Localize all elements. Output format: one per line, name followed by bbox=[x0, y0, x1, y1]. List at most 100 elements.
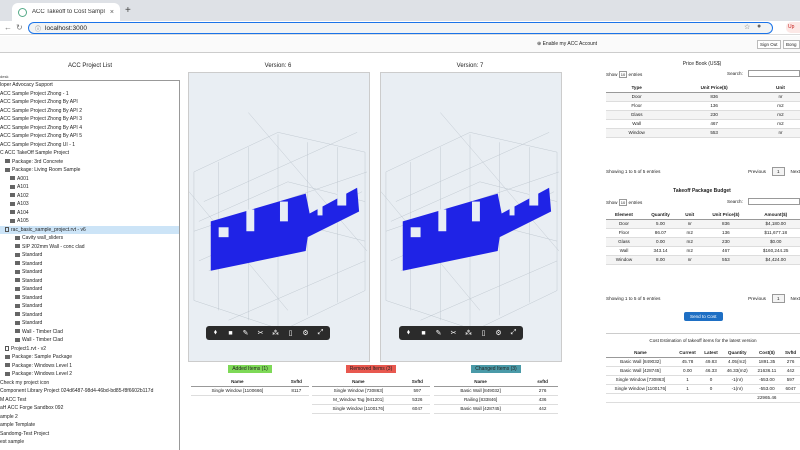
column-header[interactable]: Unit Price($) bbox=[700, 210, 752, 220]
tree-item[interactable]: A103 bbox=[0, 200, 179, 209]
table-row[interactable]: Single Window [1100176] 1 0 -1(nr) -553.00 60… bbox=[606, 384, 800, 394]
tree-item[interactable]: Standard bbox=[0, 294, 179, 303]
column-header[interactable]: Current bbox=[674, 348, 701, 358]
tree-item[interactable]: Package: Living Room Sample bbox=[0, 166, 179, 175]
table-row[interactable]: Single Window [1100666] 8117 bbox=[191, 386, 309, 396]
table-row[interactable]: Door 5.00 nr 836 $4,180.00 bbox=[606, 219, 800, 229]
column-header[interactable]: Cost($) bbox=[752, 348, 782, 358]
column-header[interactable]: Unit bbox=[679, 210, 701, 220]
section-icon[interactable]: ✂ bbox=[256, 329, 265, 337]
tree-item[interactable]: A102 bbox=[0, 192, 179, 201]
tree-item[interactable]: M ACC Test bbox=[0, 396, 179, 405]
tree-item[interactable]: ACC Sample Project Zhong By API 2 bbox=[0, 107, 179, 116]
column-header[interactable]: Quantity bbox=[641, 210, 680, 220]
column-header[interactable]: Latest bbox=[700, 348, 722, 358]
profile-icon[interactable]: ● bbox=[757, 23, 761, 30]
new-tab-button[interactable]: + bbox=[125, 5, 131, 16]
tree-item[interactable]: Component Library Project 024d6487-98d4-… bbox=[0, 387, 179, 396]
enable-account-link[interactable]: ⊕ Enable my ACC Account bbox=[537, 41, 597, 47]
model-browser-icon[interactable]: ▯ bbox=[479, 329, 488, 337]
table-row[interactable]: Door 836 nr bbox=[606, 92, 800, 102]
tree-item[interactable]: Package: Windows Level 1 bbox=[0, 362, 179, 371]
tree-item[interactable]: ACC Sample Project Zhong By API 5 bbox=[0, 132, 179, 141]
update-button[interactable]: Up bbox=[786, 22, 800, 33]
walk-icon[interactable]: ⬧ bbox=[211, 329, 220, 337]
tree-item[interactable]: Package: 3rd Concrete bbox=[0, 158, 179, 167]
column-header[interactable]: Unit Price($) bbox=[667, 83, 761, 93]
table-row[interactable]: Basic Wall [428745] 0.00 46.33 46.33(m2) 216… bbox=[606, 366, 800, 376]
entries-select[interactable]: 10 bbox=[618, 199, 628, 206]
column-header[interactable]: Element bbox=[606, 210, 642, 220]
url-field[interactable]: ⓘ localhost:3000 bbox=[28, 22, 773, 34]
back-icon[interactable]: ← bbox=[4, 23, 12, 32]
page-1-button[interactable]: 1 bbox=[771, 294, 785, 303]
column-header[interactable]: svfId bbox=[527, 377, 558, 387]
tree-item[interactable]: Standard bbox=[0, 268, 179, 277]
table-row[interactable]: Wall 343.14 m2 467 $160,244.25 bbox=[606, 246, 800, 256]
model-browser-icon[interactable]: ▯ bbox=[286, 329, 295, 337]
tree-item[interactable]: Sandomg-Test Project bbox=[0, 430, 179, 439]
tree-item[interactable]: SIP 202mm Wall - conc clad bbox=[0, 243, 179, 252]
tree-item[interactable]: Check my project icon bbox=[0, 379, 179, 388]
explode-icon[interactable]: ⁂ bbox=[464, 329, 473, 337]
table-row[interactable]: M_Window Tag [941201] 5326 bbox=[312, 395, 430, 405]
column-header[interactable]: Amount($) bbox=[751, 210, 800, 220]
tree-item[interactable]: A104 bbox=[0, 209, 179, 218]
tree-item[interactable]: Package: Sample Package bbox=[0, 353, 179, 362]
page-1-button[interactable]: 1 bbox=[771, 167, 785, 176]
column-header[interactable]: Quantity bbox=[721, 348, 753, 358]
tree-item[interactable]: Wall - Timber Clad bbox=[0, 328, 179, 337]
column-header[interactable]: Name bbox=[312, 377, 405, 387]
tree-item[interactable]: rac_basic_sample_project.rvt - v6 bbox=[0, 225, 179, 234]
table-row[interactable]: Window 553 nr bbox=[606, 128, 800, 138]
walk-icon[interactable]: ⬧ bbox=[404, 329, 413, 337]
viewer-v7[interactable] bbox=[380, 72, 562, 362]
table-row[interactable]: Basic Wall [849032] 276 bbox=[434, 386, 558, 396]
tree-item[interactable]: ample Template bbox=[0, 421, 179, 430]
column-header[interactable]: Name bbox=[434, 377, 528, 387]
settings-icon[interactable]: ⚙ bbox=[494, 329, 503, 337]
tree-item[interactable]: ample 2 bbox=[0, 413, 179, 422]
table-row[interactable]: Single Window [1100176] 6047 bbox=[312, 404, 430, 414]
table-row[interactable]: Glass 230 m2 bbox=[606, 110, 800, 120]
tree-item[interactable]: loper Advocacy Support bbox=[0, 81, 179, 90]
tree-item[interactable]: Standard bbox=[0, 251, 179, 260]
sign-out-button[interactable]: Sign Out bbox=[757, 40, 781, 49]
tab-close-icon[interactable]: × bbox=[110, 9, 114, 16]
table-row[interactable]: Floor 86.07 m2 136 $11,677.18 bbox=[606, 228, 800, 238]
tree-item[interactable]: Wall - Timber Clad bbox=[0, 336, 179, 345]
user-button[interactable]: Bong bbox=[783, 40, 800, 49]
measure-icon[interactable]: ✎ bbox=[434, 329, 443, 337]
column-header[interactable]: SvfId bbox=[781, 348, 800, 358]
table-row[interactable]: Wall 467 m2 bbox=[606, 119, 800, 129]
column-header[interactable]: SvfId bbox=[404, 377, 430, 387]
table-row[interactable]: 22965.46 bbox=[606, 393, 800, 403]
price-book-search-input[interactable] bbox=[748, 70, 800, 77]
camera-icon[interactable]: ■ bbox=[419, 330, 428, 337]
tree-item[interactable]: ACC Sample Project Zhong UI - 1 bbox=[0, 141, 179, 150]
site-info-icon[interactable]: ⓘ bbox=[35, 24, 41, 33]
next-button[interactable]: Next bbox=[791, 296, 800, 301]
table-row[interactable]: Railing [833846] 436 bbox=[434, 395, 558, 405]
table-row[interactable]: Single Window [730863] 1 0 -1(nr) -553.00 597 bbox=[606, 375, 800, 385]
section-icon[interactable]: ✂ bbox=[449, 329, 458, 337]
column-header[interactable]: Name bbox=[606, 348, 675, 358]
next-button[interactable]: Next bbox=[791, 169, 800, 174]
prev-button[interactable]: Previous bbox=[748, 296, 766, 301]
send-to-cost-button[interactable]: Send to Cost bbox=[684, 312, 723, 321]
table-row[interactable]: Glass 0.00 m2 230 $0.00 bbox=[606, 237, 800, 247]
fullscreen-icon[interactable]: ⤢ bbox=[316, 329, 325, 337]
tree-item[interactable]: aH ACC Forge Sandbox 092 bbox=[0, 404, 179, 413]
tree-item[interactable]: A105 bbox=[0, 217, 179, 226]
tree-item[interactable]: C ACC TakeOff Sample Project bbox=[0, 149, 179, 158]
tree-item[interactable]: Standard bbox=[0, 319, 179, 328]
fullscreen-icon[interactable]: ⤢ bbox=[509, 329, 518, 337]
tree-item[interactable]: Package: Windows Level 2 bbox=[0, 370, 179, 379]
tree-item[interactable]: Standard bbox=[0, 285, 179, 294]
tree-item[interactable]: ACC Sample Project Zhong By API 4 bbox=[0, 124, 179, 133]
tree-item[interactable]: Standard bbox=[0, 260, 179, 269]
column-header[interactable]: Name bbox=[191, 377, 284, 387]
table-row[interactable]: Single Window [730863] 597 bbox=[312, 386, 430, 396]
tree-item[interactable]: ACC Sample Project Zhong By API bbox=[0, 98, 179, 107]
table-row[interactable]: Window 8.00 nr 553 $4,424.00 bbox=[606, 255, 800, 265]
